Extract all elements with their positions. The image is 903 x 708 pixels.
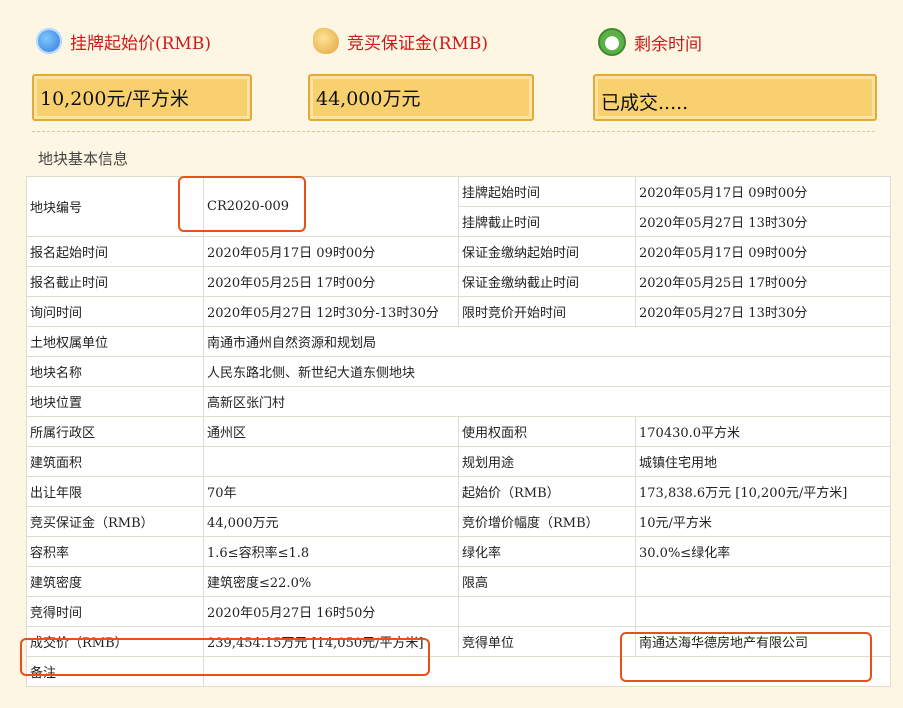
highlight-deal-price (20, 638, 430, 676)
row-value: 70年 (203, 476, 459, 507)
gold-coins-icon (313, 28, 339, 54)
row-value: 2020年05月27日 13时30分 (635, 206, 891, 237)
row-value: 170430.0平方米 (635, 416, 891, 447)
table-row: 询问时间 2020年05月27日 12时30分-13时30分 限时竞价开始时间 … (26, 296, 891, 327)
row-value: 173,838.6万元 [10,200元/平方米] (635, 476, 891, 507)
row-key (458, 596, 636, 627)
row-value: 2020年05月17日 09时00分 (635, 176, 891, 207)
row-key: 建筑密度 (26, 566, 204, 597)
row-value: 建筑密度≤22.0% (203, 566, 459, 597)
row-value: 44,000万元 (203, 506, 459, 537)
table-row: 报名起始时间 2020年05月17日 09时00分 保证金缴纳起始时间 2020… (26, 236, 891, 267)
row-value (635, 566, 891, 597)
alarm-clock-icon (598, 28, 626, 56)
row-value: 2020年05月17日 09时00分 (635, 236, 891, 267)
remaining-value-box: 已成交..... (593, 74, 877, 121)
row-key: 保证金缴纳起始时间 (458, 236, 636, 267)
row-value: 2020年05月25日 17时00分 (635, 266, 891, 297)
row-key: 报名截止时间 (26, 266, 204, 297)
header-divider (32, 131, 875, 132)
deposit-value: 44,000万元 (316, 88, 421, 110)
row-key: 容积率 (26, 536, 204, 567)
deposit-value-box: 44,000万元 (308, 74, 534, 121)
row-key: 竞得单位 (458, 626, 636, 657)
row-key: 报名起始时间 (26, 236, 204, 267)
price-value-box: 10,200元/平方米 (32, 74, 252, 121)
table-row: 建筑面积 规划用途 城镇住宅用地 (26, 446, 891, 477)
row-key: 建筑面积 (26, 446, 204, 477)
row-value: 2020年05月17日 09时00分 (203, 236, 459, 267)
row-key: 绿化率 (458, 536, 636, 567)
row-key: 起始价（RMB） (458, 476, 636, 507)
row-key: 地块名称 (26, 356, 204, 387)
rmb-coin-icon (36, 28, 62, 54)
row-key: 竞价增价幅度（RMB） (458, 506, 636, 537)
table-row: 地块位置 高新区张门村 (26, 386, 891, 417)
row-value: 南通市通州自然资源和规划局 (203, 326, 891, 357)
deposit-label: 竞买保证金(RMB) (347, 33, 488, 54)
section-title: 地块基本信息 (38, 150, 129, 168)
row-key: 限时竞价开始时间 (458, 296, 636, 327)
table-row: 土地权属单位 南通市通州自然资源和规划局 (26, 326, 891, 357)
row-value: 人民东路北侧、新世纪大道东侧地块 (203, 356, 891, 387)
price-value: 10,200元/平方米 (40, 88, 189, 110)
row-key: 出让年限 (26, 476, 204, 507)
row-value: 30.0%≤绿化率 (635, 536, 891, 567)
highlight-winner (620, 632, 872, 682)
table-row: 所属行政区 通州区 使用权面积 170430.0平方米 (26, 416, 891, 447)
deposit-header: 竞买保证金(RMB) (313, 28, 488, 54)
table-row: 地块名称 人民东路北侧、新世纪大道东侧地块 (26, 356, 891, 387)
row-value: 10元/平方米 (635, 506, 891, 537)
land-info-table: 地块编号 CR2020-009 挂牌起始时间 2020年05月17日 09时00… (26, 176, 891, 687)
row-value (203, 446, 459, 477)
row-value: 高新区张门村 (203, 386, 891, 417)
row-value: 1.6≤容积率≤1.8 (203, 536, 459, 567)
remaining-label: 剩余时间 (634, 34, 702, 55)
row-key: 规划用途 (458, 446, 636, 477)
price-header: 挂牌起始价(RMB) (36, 28, 211, 54)
row-value: 2020年05月27日 12时30分-13时30分 (203, 296, 459, 327)
row-key: 竞得时间 (26, 596, 204, 627)
table-row: 出让年限 70年 起始价（RMB） 173,838.6万元 [10,200元/平… (26, 476, 891, 507)
row-key: 挂牌截止时间 (458, 206, 636, 237)
price-label: 挂牌起始价(RMB) (70, 33, 211, 54)
row-key: 地块位置 (26, 386, 204, 417)
row-key: 限高 (458, 566, 636, 597)
table-row: 竞得时间 2020年05月27日 16时50分 (26, 596, 891, 627)
table-row: 地块编号 CR2020-009 挂牌起始时间 2020年05月17日 09时00… (26, 176, 891, 237)
row-value (635, 596, 891, 627)
remaining-value: 已成交..... (601, 92, 689, 114)
highlight-parcel-code (178, 176, 306, 232)
table-row: 建筑密度 建筑密度≤22.0% 限高 (26, 566, 891, 597)
row-key: 询问时间 (26, 296, 204, 327)
table-row: 报名截止时间 2020年05月25日 17时00分 保证金缴纳截止时间 2020… (26, 266, 891, 297)
row-key: 竞买保证金（RMB） (26, 506, 204, 537)
row-key: 保证金缴纳截止时间 (458, 266, 636, 297)
table-row: 竞买保证金（RMB） 44,000万元 竞价增价幅度（RMB） 10元/平方米 (26, 506, 891, 537)
row-value: 2020年05月27日 16时50分 (203, 596, 459, 627)
row-value: 城镇住宅用地 (635, 446, 891, 477)
row-value: 2020年05月25日 17时00分 (203, 266, 459, 297)
row-key: 地块编号 (26, 176, 204, 237)
remaining-header: 剩余时间 (598, 28, 702, 56)
row-key: 使用权面积 (458, 416, 636, 447)
row-key: 挂牌起始时间 (458, 176, 636, 207)
row-value: 通州区 (203, 416, 459, 447)
table-row: 容积率 1.6≤容积率≤1.8 绿化率 30.0%≤绿化率 (26, 536, 891, 567)
row-key: 土地权属单位 (26, 326, 204, 357)
row-value: 2020年05月27日 13时30分 (635, 296, 891, 327)
row-key: 所属行政区 (26, 416, 204, 447)
